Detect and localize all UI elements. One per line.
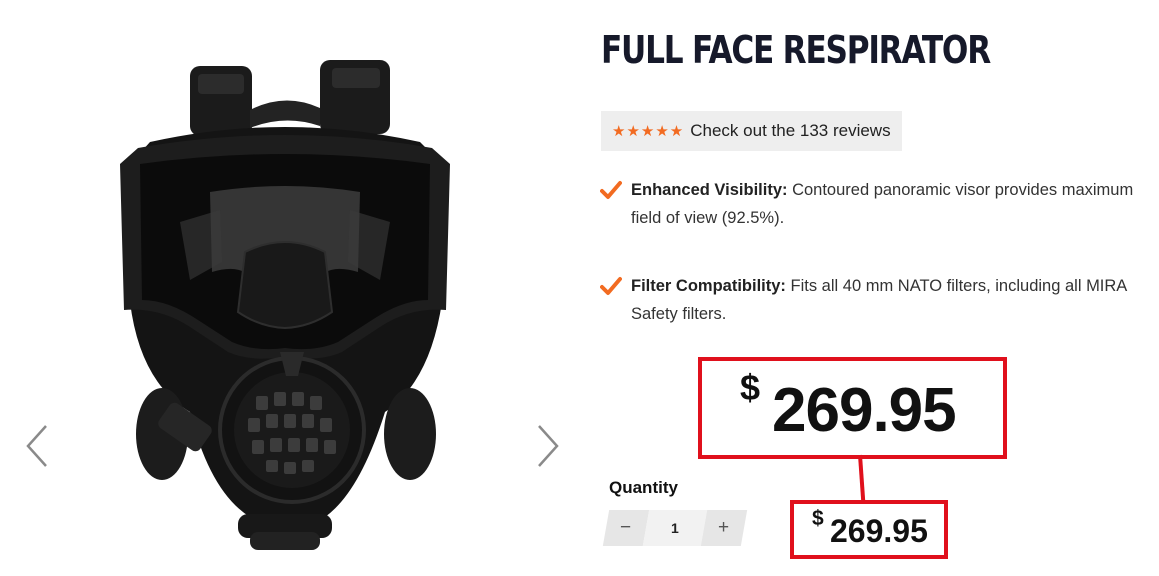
feature-text: Enhanced Visibility: Contoured panoramic… [631,176,1140,232]
feature-heading: Enhanced Visibility: [631,181,788,199]
price-currency: $ [740,367,761,408]
quantity-decrease-button[interactable]: − [602,510,650,546]
reviews-link[interactable]: ★★★★★ Check out the 133 reviews [601,111,902,151]
checkmark-icon [600,277,622,295]
quantity-label: Quantity [609,478,678,497]
gallery-prev-button[interactable] [24,424,52,468]
feature-text: Filter Compatibility: Fits all 40 mm NAT… [631,272,1140,328]
plus-icon: + [718,517,730,538]
star-rating: ★★★★★ [612,123,685,140]
price-amount: 269.95 [830,513,928,549]
reviews-text: Check out the 133 reviews [690,121,891,140]
quantity-stepper[interactable]: − 1 + [602,510,748,546]
price-currency: $ [812,507,824,530]
chevron-right-icon [538,425,559,467]
product-title: FULL FACE RESPIRATOR [601,28,991,72]
callout-connector [858,454,866,503]
price-amount: 269.95 [772,376,957,445]
checkmark-icon [600,181,622,199]
chevron-left-icon [26,425,47,467]
quantity-input[interactable]: 1 [642,510,708,546]
quantity-increase-button[interactable]: + [700,510,748,546]
gallery-next-button[interactable] [533,424,561,468]
gas-mask-image [120,60,450,550]
product-gallery [0,0,580,576]
product-price: $ 269.95 [790,500,948,559]
price-zoom-callout: $ 269.95 [698,357,1007,459]
feature-heading: Filter Compatibility: [631,277,786,295]
feature-item: Enhanced Visibility: Contoured panoramic… [600,176,1140,232]
feature-item: Filter Compatibility: Fits all 40 mm NAT… [600,272,1140,328]
minus-icon: − [620,517,632,538]
